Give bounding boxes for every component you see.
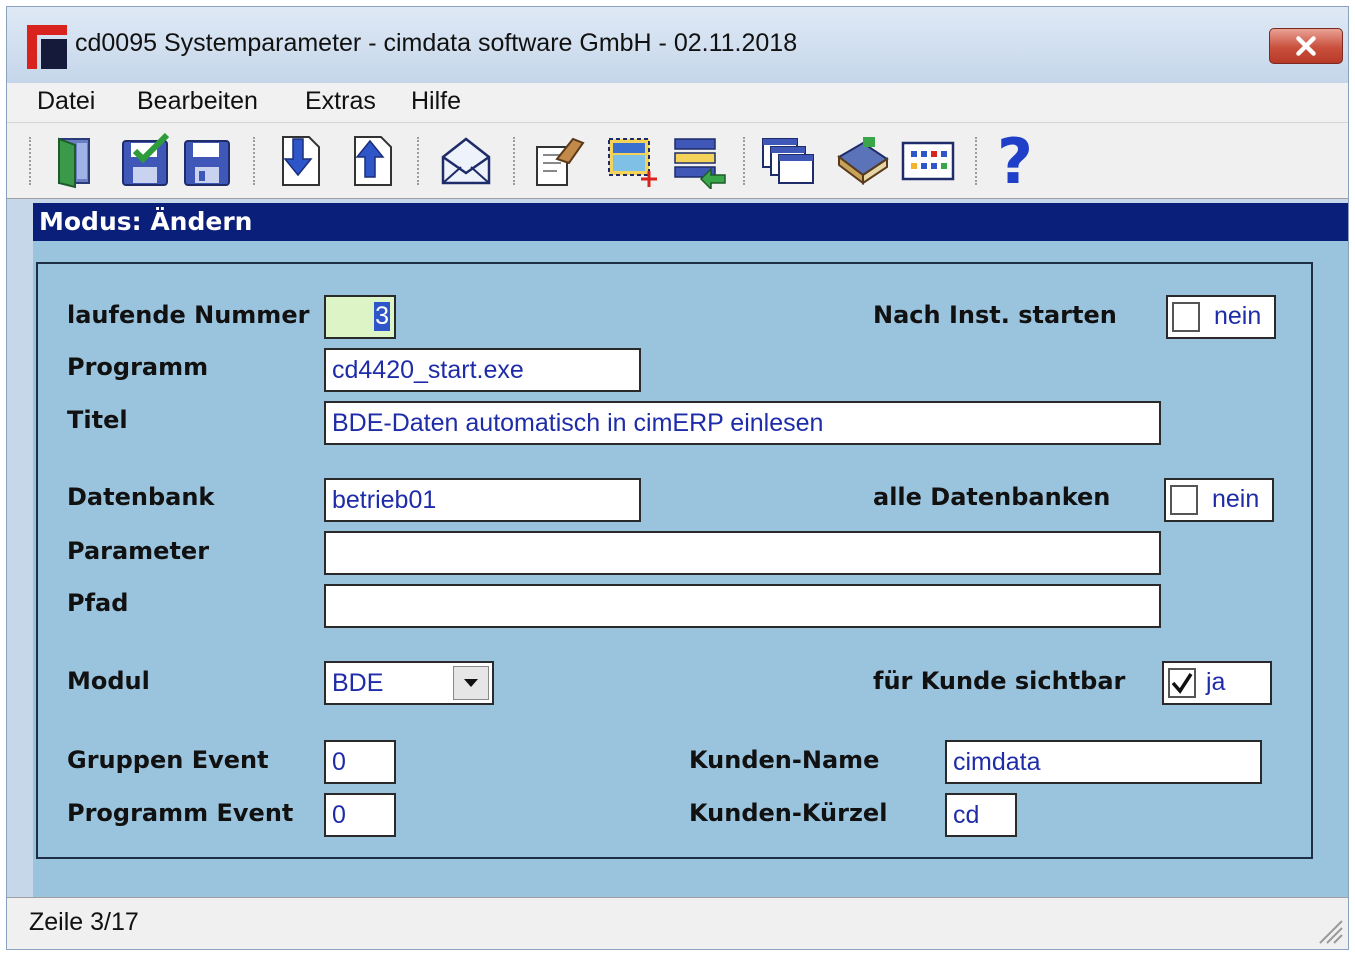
label-pfad: Pfad (67, 589, 129, 617)
resize-grip-icon[interactable] (1314, 915, 1344, 945)
app-window: cd0095 Systemparameter - cimdata softwar… (6, 6, 1349, 950)
next-record-button[interactable] (269, 133, 327, 189)
app-logo-icon (27, 25, 67, 69)
select-add-button[interactable] (603, 133, 661, 189)
help-icon: ? (997, 125, 1033, 198)
previous-record-button[interactable] (341, 133, 399, 189)
chevron-down-icon (464, 679, 478, 687)
toolbar-separator (513, 137, 517, 185)
status-bar: Zeile 3/17 (7, 897, 1348, 949)
gruppen-event-field[interactable]: 0 (324, 740, 396, 784)
toolbar: ? (7, 123, 1348, 199)
label-modul: Modul (67, 667, 150, 695)
label-kunden-kuerzel: Kunden-Kürzel (689, 799, 888, 827)
select-add-icon (608, 138, 657, 187)
toolbar-separator (29, 137, 33, 185)
envelope-icon (441, 137, 491, 185)
kunden-name-field[interactable]: cimdata (945, 740, 1262, 784)
list-import-button[interactable] (671, 133, 729, 191)
label-programm: Programm (67, 353, 209, 381)
programm-event-field[interactable]: 0 (324, 793, 396, 837)
label-gruppen-event: Gruppen Event (67, 746, 269, 774)
toolbar-separator (743, 137, 747, 185)
label-laufende-nummer: laufende Nummer (67, 301, 310, 329)
pfad-field[interactable] (324, 584, 1161, 628)
modul-value: BDE (332, 669, 384, 697)
toolbar-separator (253, 137, 257, 185)
windows-button[interactable] (759, 133, 817, 189)
mail-button[interactable] (437, 133, 495, 189)
menu-bar: Datei Bearbeiten Extras Hilfe (7, 83, 1348, 123)
book-icon (837, 137, 889, 185)
nach-inst-starten-text: nein (1214, 302, 1262, 330)
label-fuer-kunde-sichtbar: für Kunde sichtbar (873, 667, 1126, 695)
save-check-button[interactable] (117, 132, 175, 189)
windows-icon (762, 138, 814, 184)
fuer-kunde-sichtbar-checkbox[interactable]: ja (1162, 661, 1272, 705)
save-check-icon (122, 132, 170, 186)
title-bar[interactable]: cd0095 Systemparameter - cimdata softwar… (7, 7, 1348, 83)
laufende-nummer-field[interactable]: 3 (324, 295, 396, 339)
list-import-icon (674, 138, 726, 191)
arrow-up-icon (354, 136, 392, 186)
form-area: laufende Nummer Programm Titel Datenbank… (33, 241, 1348, 897)
grid-view-icon (901, 141, 955, 181)
edit-button[interactable] (529, 133, 587, 189)
arrow-down-icon (282, 136, 320, 186)
save-icon (184, 140, 230, 186)
alle-datenbanken-box[interactable] (1170, 485, 1198, 515)
menu-hilfe[interactable]: Hilfe (407, 87, 465, 116)
help-button[interactable]: ? (991, 125, 1049, 198)
close-button[interactable] (1269, 28, 1343, 64)
modul-select[interactable]: BDE (324, 661, 494, 705)
fuer-kunde-sichtbar-box[interactable] (1168, 668, 1196, 698)
programm-field[interactable]: cd4420_start.exe (324, 348, 641, 392)
parameter-field[interactable] (324, 531, 1161, 575)
grid-view-button[interactable] (899, 133, 957, 189)
kunden-kuerzel-field[interactable]: cd (945, 793, 1017, 837)
titel-field[interactable]: BDE-Daten automatisch in cimERP einlesen (324, 401, 1161, 445)
label-programm-event: Programm Event (67, 799, 294, 827)
exit-button[interactable] (47, 133, 105, 189)
label-titel: Titel (67, 406, 128, 434)
status-text: Zeile 3/17 (29, 908, 139, 936)
alle-datenbanken-text: nein (1212, 485, 1260, 513)
save-button[interactable] (179, 133, 237, 189)
label-parameter: Parameter (67, 537, 210, 565)
label-nach-inst-starten: Nach Inst. starten (873, 301, 1117, 329)
toolbar-separator (975, 137, 979, 185)
datenbank-field[interactable]: betrieb01 (324, 478, 641, 522)
book-button[interactable] (833, 133, 891, 189)
alle-datenbanken-checkbox[interactable]: nein (1164, 478, 1274, 522)
toolbar-separator (417, 137, 421, 185)
close-icon (1296, 36, 1316, 56)
label-kunden-name: Kunden-Name (689, 746, 880, 774)
modul-dropdown-button[interactable] (453, 666, 489, 700)
laufende-nummer-value: 3 (374, 302, 390, 331)
window-title: cd0095 Systemparameter - cimdata softwar… (75, 29, 798, 57)
exit-door-icon (58, 137, 90, 189)
edit-hand-icon (536, 137, 585, 186)
checkmark-icon (1171, 673, 1193, 694)
fuer-kunde-sichtbar-text: ja (1206, 668, 1226, 696)
menu-bearbeiten[interactable]: Bearbeiten (133, 87, 262, 116)
menu-extras[interactable]: Extras (301, 87, 380, 116)
label-datenbank: Datenbank (67, 483, 215, 511)
mode-bar: Modus: Ändern (33, 203, 1348, 241)
menu-datei[interactable]: Datei (33, 87, 99, 116)
nach-inst-starten-checkbox[interactable]: nein (1166, 295, 1276, 339)
nach-inst-starten-box[interactable] (1172, 302, 1200, 332)
mode-text: Modus: Ändern (39, 207, 253, 236)
label-alle-datenbanken: alle Datenbanken (873, 483, 1111, 511)
